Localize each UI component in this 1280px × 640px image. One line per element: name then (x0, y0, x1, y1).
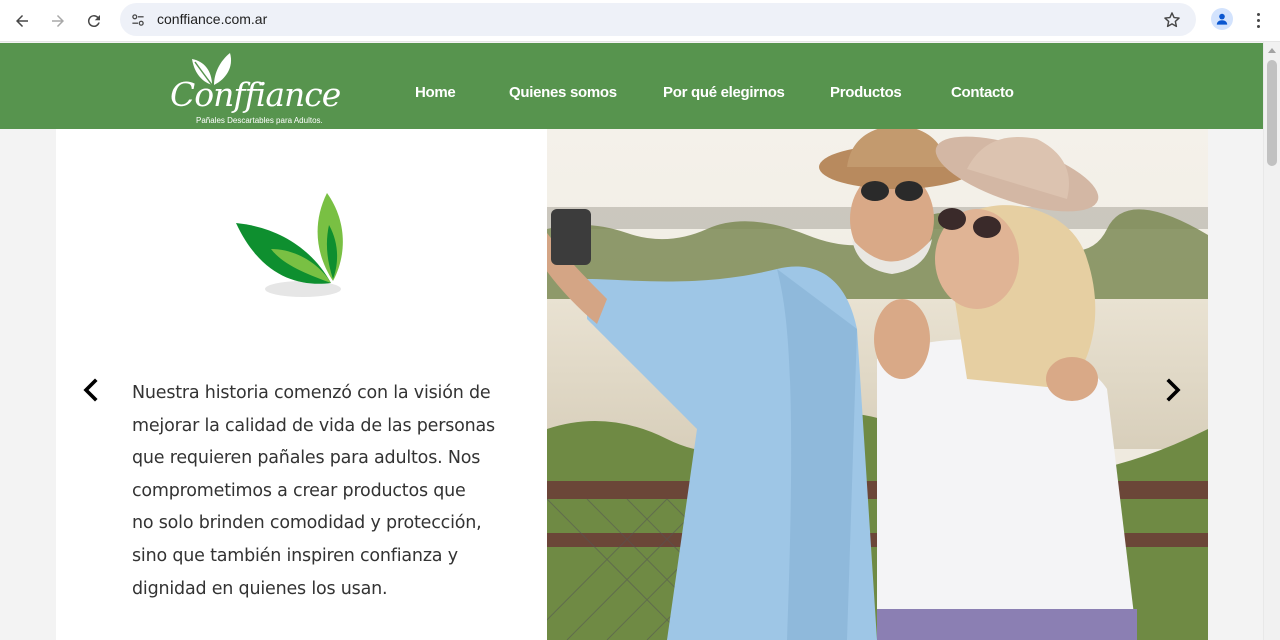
logo[interactable]: Conffiance Pañales Descartables para Adu… (170, 51, 341, 125)
site-header: Conffiance Pañales Descartables para Adu… (0, 43, 1263, 129)
scroll-up-icon[interactable] (1268, 48, 1276, 53)
nav-contacto[interactable]: Contacto (951, 84, 1014, 101)
forward-icon[interactable] (46, 9, 70, 33)
page-scrollbar[interactable] (1263, 42, 1280, 640)
story-text: Nuestra historia comenzó con la visión d… (132, 377, 502, 605)
hero-photo (547, 129, 1208, 640)
story-line: Nuestra historia comenzó con la visión d… (132, 383, 491, 403)
more-menu-icon[interactable] (1249, 9, 1267, 31)
chevron-right-icon (1166, 378, 1181, 402)
story-line: no solo brinden comodidad y protección, (132, 513, 482, 534)
back-icon[interactable] (10, 9, 34, 33)
nav-productos[interactable]: Productos (830, 84, 902, 101)
carousel-prev-button[interactable] (76, 375, 106, 405)
chevron-left-icon (83, 378, 98, 402)
story-line: sino que también inspiren confianza y (132, 545, 458, 566)
story-line: comprometimos a crear productos que (132, 480, 466, 501)
story-line: que requieren pañales para adultos. Nos (132, 448, 481, 469)
leaf-logo-icon (236, 193, 343, 297)
story-line: dignidad en quienes los usan. (132, 578, 388, 599)
bookmark-star-icon[interactable] (1162, 10, 1182, 30)
scroll-thumb[interactable] (1267, 60, 1277, 166)
nav-quienes-somos[interactable]: Quienes somos (509, 84, 617, 101)
hero-carousel: Nuestra historia comenzó con la visión d… (56, 129, 1208, 640)
logo-wordmark: Conffiance (170, 75, 341, 114)
address-bar[interactable]: conffiance.com.ar (120, 3, 1196, 36)
carousel-next-button[interactable] (1158, 375, 1188, 405)
browser-toolbar: conffiance.com.ar (0, 0, 1280, 42)
logo-tagline: Pañales Descartables para Adultos. (196, 116, 323, 125)
profile-icon[interactable] (1211, 8, 1233, 30)
nav-por-que-elegirnos[interactable]: Por qué elegirnos (663, 84, 785, 101)
url-text[interactable]: conffiance.com.ar (157, 11, 267, 27)
site-settings-icon[interactable] (128, 10, 148, 30)
reload-icon[interactable] (82, 9, 106, 33)
nav-home[interactable]: Home (415, 84, 456, 101)
story-line: mejorar la calidad de vida de las person… (132, 415, 495, 436)
